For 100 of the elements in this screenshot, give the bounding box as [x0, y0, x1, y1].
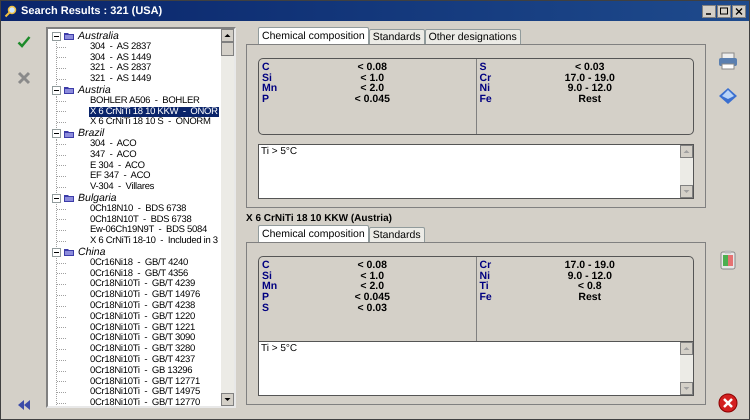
scroll-down-button[interactable]: [221, 393, 234, 406]
element-value: < 0.08: [356, 62, 388, 73]
notes-text: Ti > 5°C: [260, 145, 298, 159]
collapse-icon[interactable]: [52, 86, 61, 95]
tab[interactable]: Standards: [368, 227, 425, 242]
element-value: 17.0 - 19.0: [564, 260, 616, 271]
element-value: < 2.0: [359, 83, 386, 94]
element-value: < 0.8: [576, 281, 603, 292]
tree-item[interactable]: 0Cr18Ni10Ti - GB/T 1220: [89, 312, 196, 323]
collapse-icon[interactable]: [52, 129, 61, 138]
element-value: < 0.08: [356, 260, 388, 271]
element-symbol: Cr: [480, 260, 492, 271]
scroll-thumb[interactable]: [221, 42, 234, 56]
material-heading: X 6 CrNiTi 18 10 KKW (Austria): [246, 212, 393, 225]
element-value: < 0.045: [354, 292, 391, 303]
tree-item[interactable]: 0Cr16Ni18 - GB/T 4240: [89, 258, 190, 269]
collapse-icon[interactable]: [52, 32, 61, 41]
element-symbol: Ti: [480, 281, 490, 292]
collapse-icon[interactable]: [52, 194, 61, 203]
tree-item[interactable]: 0Cr18Ni10Ti - GB/T 14975: [89, 387, 201, 398]
tree-item[interactable]: EF 347 - ACO: [89, 171, 152, 182]
printer-icon[interactable]: [718, 52, 738, 70]
element-symbol: S: [480, 62, 488, 73]
element-symbol: Si: [262, 270, 272, 282]
tab[interactable]: Standards: [368, 29, 425, 44]
tree-item[interactable]: 0Cr18Ni10Ti - GB/T 12771: [89, 376, 201, 388]
scroll-up-button[interactable]: [221, 29, 234, 42]
tree-item[interactable]: 0Ch18N10T - BDS 6738: [89, 214, 192, 226]
maximize-button[interactable]: [717, 4, 731, 18]
tree-item[interactable]: 347 - ACO: [89, 150, 138, 161]
element-value: < 0.03: [356, 302, 388, 314]
search-icon: [4, 4, 17, 18]
folder-icon: [64, 248, 74, 256]
element-value: Rest: [577, 292, 602, 303]
tree-item[interactable]: 0Cr16Ni18 - GB/T 4356: [89, 268, 190, 280]
element-symbol: Ni: [480, 83, 491, 94]
notes-text: Ti > 5°C: [260, 342, 298, 356]
close-button[interactable]: [732, 4, 746, 18]
element-value: < 0.045: [354, 94, 391, 105]
element-symbol: Mn: [262, 83, 278, 94]
element-symbol: C: [262, 62, 270, 73]
tree-item[interactable]: 304 - ACO: [89, 138, 138, 150]
checkmark-icon[interactable]: [16, 35, 30, 49]
folder-icon: [64, 130, 74, 138]
element-symbol: Fe: [480, 94, 493, 105]
element-symbol: Si: [262, 72, 272, 84]
tree-item[interactable]: V-304 - Villares: [89, 182, 156, 193]
folder-icon: [64, 32, 74, 40]
minimize-button[interactable]: [702, 4, 716, 18]
element-value: Rest: [577, 94, 602, 105]
element-value: 17.0 - 19.0: [564, 72, 616, 84]
window-title: Search Results : 321 (USA): [21, 4, 162, 19]
element-value: 9.0 - 12.0: [566, 270, 613, 282]
element-symbol: Fe: [480, 292, 493, 303]
tree-group-label[interactable]: China: [78, 247, 106, 258]
tree-item[interactable]: 0Cr18Ni10Ti - GB 13296: [89, 366, 194, 376]
element-value: < 1.0: [359, 270, 386, 282]
tree-item[interactable]: 0Cr18Ni10Ti - GB/T 1221: [89, 322, 196, 334]
tab[interactable]: Chemical composition: [258, 225, 369, 242]
element-symbol: P: [262, 94, 270, 105]
tree-group-label[interactable]: Austria: [78, 85, 111, 96]
tree-item[interactable]: 0Cr18Ni10Ti - GB/T 12770: [89, 398, 201, 406]
tree-item[interactable]: X 6 CrNiTi 18 10 KKW - ONOR: [89, 106, 219, 118]
element-value: < 2.0: [359, 281, 386, 292]
element-symbol: Cr: [480, 72, 492, 84]
element-value: 9.0 - 12.0: [566, 83, 613, 94]
tree-item[interactable]: X 6 CrNiTi 18-10 - Included in 3: [89, 236, 219, 247]
tree-item[interactable]: 0Cr18Ni10Ti - GB/T 4237: [89, 354, 196, 366]
clipboard-icon[interactable]: [720, 250, 736, 270]
tab[interactable]: Other designations: [424, 29, 521, 44]
element-symbol: Ni: [480, 270, 491, 282]
tree-item[interactable]: 304 - AS 1449: [89, 52, 152, 64]
tree-group-label[interactable]: Australia: [78, 31, 119, 42]
tree-item[interactable]: 0Cr18Ni10Ti - GB/T 3090: [89, 333, 196, 344]
element-symbol: C: [262, 260, 270, 271]
double-arrow-left-icon[interactable]: [16, 399, 30, 411]
folder-icon: [64, 194, 74, 202]
close-icon[interactable]: [718, 393, 738, 413]
element-symbol: P: [262, 292, 270, 303]
tree-item[interactable]: 0Cr18Ni10Ti - GB/T 4239: [89, 279, 196, 290]
element-symbol: Mn: [262, 281, 278, 292]
tree-item[interactable]: 304 - AS 2837: [89, 42, 152, 53]
tree-item[interactable]: 0Cr18Ni10Ti - GB/T 3280: [89, 344, 196, 355]
collapse-icon[interactable]: [52, 248, 61, 257]
tree-item[interactable]: BOHLER A506 - BOHLER: [89, 96, 201, 107]
tree-item[interactable]: 321 - AS 2837: [89, 63, 152, 74]
tree-group-label[interactable]: Bulgaria: [78, 193, 117, 204]
tree-group-label[interactable]: Brazil: [78, 128, 104, 139]
tree-item[interactable]: 0Cr18Ni10Ti - GB/T 14976: [89, 290, 201, 301]
tab[interactable]: Chemical composition: [258, 27, 369, 44]
folder-icon: [64, 86, 74, 94]
tree-item[interactable]: E 304 - ACO: [89, 160, 146, 172]
tree-item[interactable]: 321 - AS 1449: [89, 74, 152, 85]
tree-item[interactable]: X 6 CrNiTi 18 10 S - ONORM: [89, 117, 212, 128]
element-value: < 0.03: [574, 62, 606, 73]
tree-item[interactable]: 0Ch18N10 - BDS 6738: [89, 204, 188, 215]
tree-item[interactable]: Ew-06Ch19N9T - BDS 5084: [89, 225, 208, 236]
diamond-icon[interactable]: [718, 87, 738, 105]
element-value: < 1.0: [359, 72, 386, 84]
tree-item[interactable]: 0Cr18Ni10Ti - GB/T 4238: [89, 300, 196, 312]
